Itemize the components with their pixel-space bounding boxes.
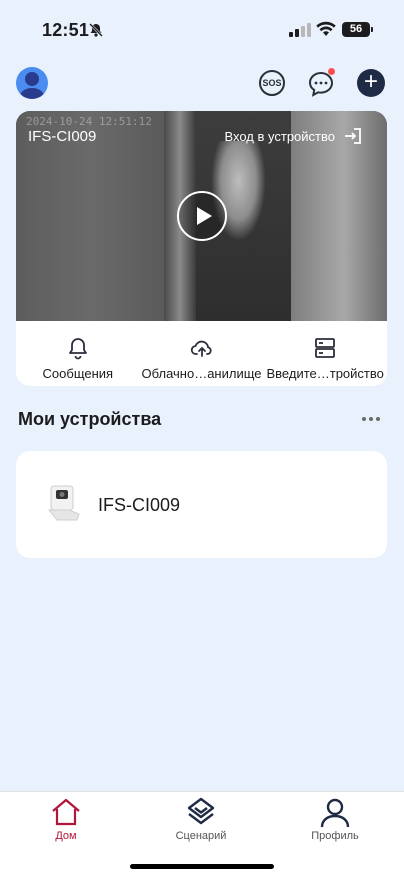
action-cloud-storage[interactable]: Облачно…анилище [140, 321, 264, 386]
status-time: 12:51 [42, 20, 90, 40]
bell-icon [68, 338, 87, 360]
camera-actions: Сообщения Облачно…анилище Введите…тройст… [16, 321, 387, 386]
scenario-icon [187, 797, 215, 825]
action-messages[interactable]: Сообщения [16, 321, 140, 386]
status-bar: 12:51 56 [0, 0, 404, 60]
cellular-signal-icon [289, 23, 311, 37]
bell-off-icon [89, 23, 103, 37]
camera-preview[interactable]: 2024-10-24 12:51:12 IFS-CI009 Вход в уст… [16, 111, 387, 321]
cloud-upload-icon [190, 340, 212, 357]
camera-device-icon [47, 485, 80, 521]
camera-timestamp: 2024-10-24 12:51:12 [26, 115, 152, 128]
devices-section-title: Мои устройства [18, 409, 162, 429]
device-name: IFS-CI009 [98, 495, 181, 515]
tab-label: Сценарий [175, 830, 227, 842]
wifi-icon [316, 21, 336, 36]
action-device-input[interactable]: Введите…тройство [263, 321, 387, 386]
profile-icon [320, 798, 350, 828]
camera-name: IFS-CI009 [28, 128, 97, 145]
camera-card: 2024-10-24 12:51:12 IFS-CI009 Вход в уст… [16, 111, 387, 386]
add-device-button[interactable]: + [357, 69, 385, 97]
enter-device-link[interactable]: Вход в устройство [224, 129, 335, 144]
play-icon [197, 207, 212, 225]
battery-indicator: 56 [342, 22, 373, 37]
more-options-icon[interactable] [360, 412, 382, 426]
avatar-person-icon [19, 72, 45, 99]
tab-label: Дом [55, 830, 77, 842]
action-label: Сообщения [42, 366, 114, 381]
tab-label: Профиль [311, 830, 359, 842]
server-icon [315, 338, 336, 358]
home-icon [52, 798, 80, 826]
play-button[interactable] [177, 191, 227, 241]
notification-dot [328, 68, 335, 75]
device-card[interactable]: IFS-CI009 [16, 451, 387, 558]
action-label: Облачно…анилище [141, 366, 262, 381]
home-indicator [130, 864, 274, 869]
user-avatar[interactable] [16, 67, 48, 99]
sos-button[interactable]: SOS [259, 70, 285, 96]
enter-device-icon[interactable] [343, 126, 363, 146]
action-label: Введите…тройство [266, 366, 384, 381]
